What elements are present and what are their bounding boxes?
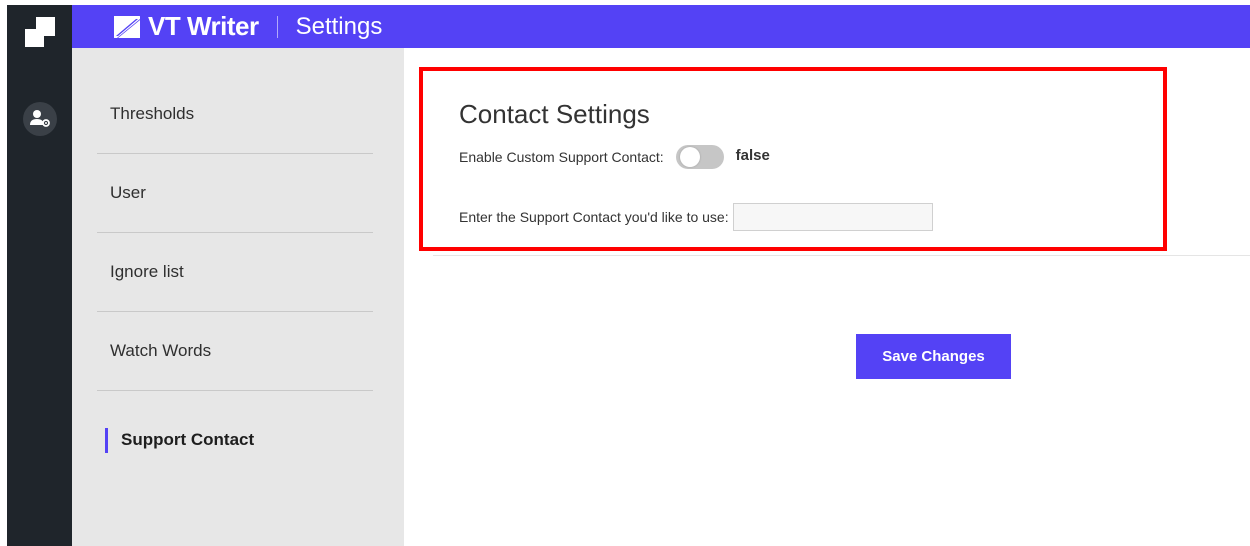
brand-logo-icon — [114, 15, 140, 38]
top-bar: VT Writer Settings — [72, 5, 1250, 48]
app-logo-icon[interactable] — [25, 17, 55, 47]
sidebar-item-thresholds[interactable]: Thresholds — [97, 74, 373, 154]
custom-contact-toggle-row: Enable Custom Support Contact: false — [459, 145, 770, 169]
user-settings-icon[interactable] — [23, 102, 57, 136]
sidebar-item-label: Ignore list — [110, 262, 184, 281]
support-contact-label: Enter the Support Contact you'd like to … — [459, 209, 729, 225]
toggle-knob — [679, 147, 700, 167]
toggle-label: Enable Custom Support Contact: — [459, 149, 664, 165]
title-divider — [276, 15, 278, 38]
brand-name: VT Writer — [148, 11, 259, 41]
page-title: Settings — [295, 12, 383, 40]
settings-sidebar: Thresholds User Ignore list Watch Words … — [72, 48, 404, 546]
sidebar-item-label: Watch Words — [110, 341, 212, 360]
brand[interactable]: VT Writer Settings — [114, 10, 382, 43]
sidebar-item-ignore-list[interactable]: Ignore list — [97, 232, 373, 312]
support-contact-row: Enter the Support Contact you'd like to … — [459, 203, 933, 231]
section-title: Contact Settings — [459, 99, 650, 129]
sidebar-item-label: Thresholds — [110, 104, 195, 123]
section-divider — [433, 255, 1250, 256]
sidebar-item-support-contact[interactable]: Support Contact — [97, 390, 373, 469]
custom-contact-toggle[interactable] — [675, 145, 724, 169]
sidebar-item-label: User — [110, 183, 146, 202]
icon-rail — [7, 5, 72, 546]
toggle-state-text: false — [735, 146, 770, 164]
save-changes-button[interactable]: Save Changes — [856, 334, 1011, 379]
contact-settings-card: Contact Settings Enable Custom Support C… — [419, 67, 1167, 251]
sidebar-item-label: Support Contact — [121, 430, 255, 449]
sidebar-item-user[interactable]: User — [97, 153, 373, 233]
active-indicator — [105, 428, 108, 453]
sidebar-item-watch-words[interactable]: Watch Words — [97, 311, 373, 391]
support-contact-input[interactable] — [732, 203, 933, 231]
